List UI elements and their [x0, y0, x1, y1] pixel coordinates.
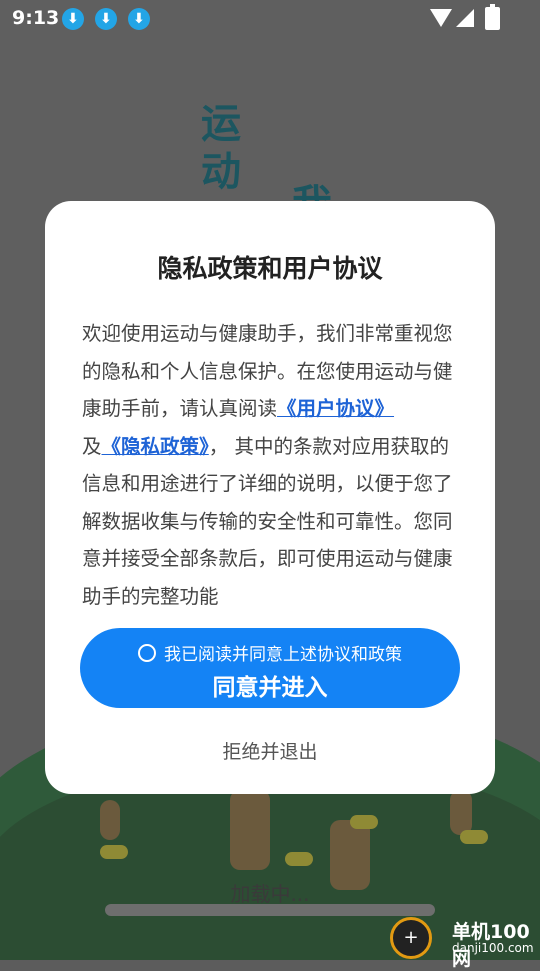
loading-progress-bar: [105, 904, 435, 916]
reject-and-exit-button[interactable]: 拒绝并退出: [45, 737, 495, 764]
user-agreement-link[interactable]: 《用户协议》: [277, 397, 394, 420]
download-icon: ⬇: [95, 8, 117, 30]
status-time: 9:13: [12, 7, 60, 29]
privacy-dialog: 隐私政策和用户协议 欢迎使用运动与健康助手，我们非常重视您的隐私和个人信息保护。…: [45, 201, 495, 794]
radio-circle-icon[interactable]: [138, 644, 156, 662]
and-word: 及: [82, 434, 102, 458]
cell-signal-icon: [456, 9, 474, 27]
download-icon: ⬇: [62, 8, 84, 30]
status-bar: 9:13 ⬇ ⬇ ⬇: [0, 0, 540, 36]
battery-charging-icon: [485, 4, 500, 30]
watermark-url: danji100.com: [452, 941, 534, 955]
runner-figure: [100, 800, 120, 840]
splash-title-part1: 运 动: [201, 101, 241, 195]
runner-shoe: [460, 830, 488, 844]
agree-button-label: 同意并进入: [212, 675, 328, 701]
runner-figure: [230, 790, 270, 870]
download-icon: ⬇: [128, 8, 150, 30]
dialog-title: 隐私政策和用户协议: [157, 254, 383, 283]
runner-figure: [450, 790, 472, 835]
dialog-body: 欢迎使用运动与健康助手，我们非常重视您的隐私和个人信息保护。在您使用运动与健康助…: [82, 315, 466, 615]
runner-shoe: [350, 815, 378, 829]
dialog-body-intro: 欢迎使用运动与健康助手，我们非常重视您的隐私和个人信息保护。在您使用运动与健康助…: [82, 322, 453, 420]
loading-text: 加载中...: [230, 882, 310, 906]
privacy-policy-link[interactable]: 《隐私政策》: [102, 435, 209, 458]
consent-checkbox-label: 我已阅读并同意上述协议和政策: [164, 645, 402, 665]
runner-shoe: [285, 852, 313, 866]
agree-and-enter-button[interactable]: 我已阅读并同意上述协议和政策 同意并进入: [80, 628, 460, 708]
consent-checkbox-row[interactable]: 我已阅读并同意上述协议和政策: [80, 640, 460, 665]
runner-shoe: [100, 845, 128, 859]
wifi-icon: [430, 9, 452, 27]
watermark-logo-icon: +: [390, 917, 432, 959]
dialog-body-rest: ， 其中的条款对应用获取的信息和用途进行了详细的说明，以便于您了解数据收集与传输…: [82, 434, 453, 608]
watermark: + 单机100网 danji100.com: [390, 915, 540, 970]
